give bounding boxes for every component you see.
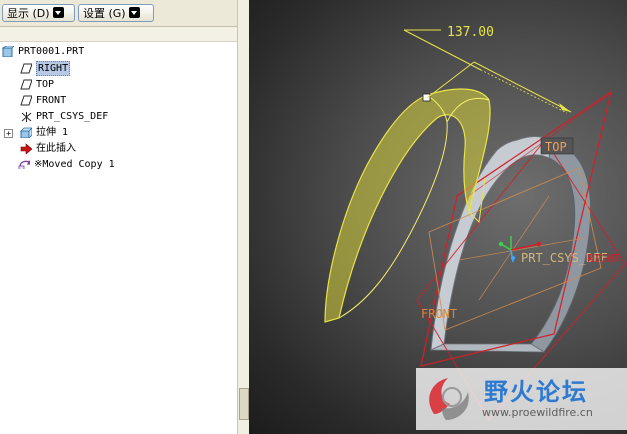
- model-tree-toolbar: 显示 (D) 设置 (G): [0, 0, 237, 27]
- watermark-title: 野火论坛: [484, 378, 588, 406]
- datum-plane-icon: [20, 63, 32, 74]
- datum-plane-icon: [20, 79, 32, 90]
- panel-splitter-scrollbar[interactable]: [237, 0, 249, 434]
- wildfire-logo-icon: [429, 378, 469, 420]
- drag-handle[interactable]: [422, 93, 431, 102]
- coordinate-system-icon: [21, 112, 32, 122]
- graphics-viewport[interactable]: 137.00 TOP PRT_CSYS_DEF RIGHT FRONT 野火论坛…: [249, 0, 627, 434]
- extrude-feature-icon: [20, 127, 32, 138]
- model-tree-panel: 显示 (D) 设置 (G) PRT0001.PRT RIGHT TOP FRON…: [0, 0, 237, 434]
- watermark: 野火论坛 www.proewildfire.cn: [416, 368, 627, 430]
- scrollbar-thumb[interactable]: [239, 388, 249, 420]
- datum-label-right: RIGHT: [587, 252, 620, 265]
- settings-menu-button[interactable]: 设置 (G): [78, 4, 154, 22]
- dropdown-arrow-icon: [52, 7, 64, 18]
- datum-label-top: TOP: [545, 140, 567, 154]
- tree-header-strip: [0, 27, 237, 42]
- datum-label-top-tag: TOP: [540, 137, 574, 155]
- dimension-value[interactable]: 137.00: [447, 25, 494, 40]
- expand-toggle[interactable]: +: [4, 129, 13, 138]
- tree-root-label: PRT0001.PRT: [18, 46, 85, 57]
- watermark-url: www.proewildfire.cn: [482, 406, 593, 419]
- datum-label-front: FRONT: [421, 307, 457, 321]
- insert-here-arrow-icon: [20, 143, 32, 154]
- moved-copy-icon: [18, 160, 30, 169]
- dropdown-arrow-icon: [128, 7, 140, 18]
- part-icon: [2, 46, 14, 57]
- show-menu-button[interactable]: 显示 (D): [2, 4, 75, 22]
- datum-plane-icon: [20, 95, 32, 106]
